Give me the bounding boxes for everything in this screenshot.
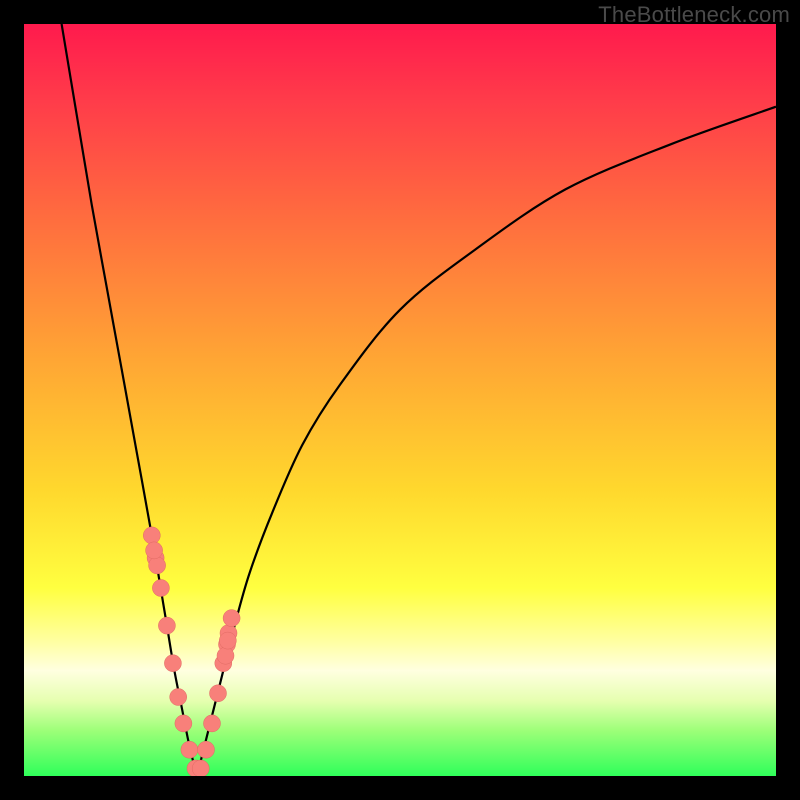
sample-dot bbox=[158, 617, 175, 634]
curve-right-branch bbox=[197, 107, 776, 776]
sample-dots-group bbox=[143, 527, 240, 776]
sample-dot bbox=[143, 527, 160, 544]
sample-dot bbox=[219, 632, 236, 649]
sample-dot bbox=[170, 689, 187, 706]
sample-dot bbox=[223, 610, 240, 627]
sample-dot bbox=[146, 542, 163, 559]
sample-dot bbox=[192, 760, 209, 776]
sample-dot bbox=[204, 715, 221, 732]
sample-dot bbox=[210, 685, 227, 702]
sample-dot bbox=[152, 580, 169, 597]
sample-dot bbox=[217, 647, 234, 664]
sample-dot bbox=[164, 655, 181, 672]
sample-dot bbox=[175, 715, 192, 732]
watermark-text: TheBottleneck.com bbox=[598, 2, 790, 28]
sample-dot bbox=[198, 741, 215, 758]
sample-dot bbox=[181, 741, 198, 758]
sample-dot bbox=[149, 557, 166, 574]
bottleneck-chart bbox=[24, 24, 776, 776]
